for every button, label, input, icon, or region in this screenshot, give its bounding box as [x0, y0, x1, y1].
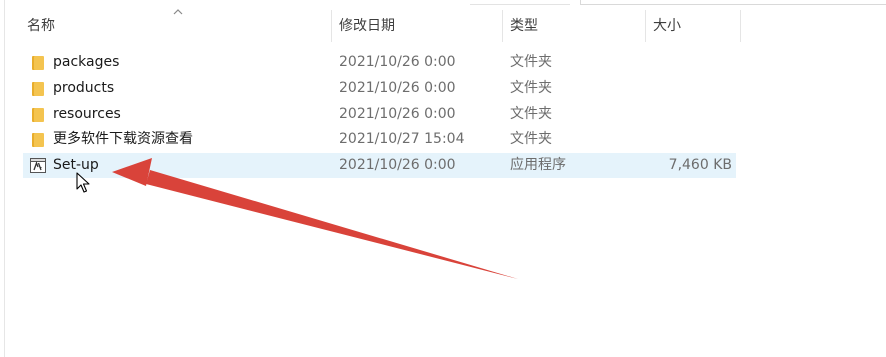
column-header-modified-label: 修改日期 — [339, 18, 395, 34]
file-modified-date: 2021/10/26 0:00 — [339, 106, 456, 122]
column-divider[interactable] — [645, 10, 646, 42]
file-name: packages — [53, 54, 120, 70]
file-type: 文件夹 — [510, 131, 552, 147]
file-type: 文件夹 — [510, 80, 552, 96]
file-row-setup[interactable]: Set-up 2021/10/26 0:00 应用程序 7,460 KB — [23, 153, 736, 178]
folder-icon — [32, 133, 44, 147]
column-header-name[interactable]: 名称 — [27, 8, 327, 44]
column-header-type[interactable]: 类型 — [510, 8, 640, 44]
column-divider[interactable] — [331, 10, 332, 42]
folder-icon — [32, 82, 44, 96]
file-modified-date: 2021/10/27 15:04 — [339, 131, 465, 147]
file-row-resources[interactable]: resources 2021/10/26 0:00 文件夹 — [23, 102, 736, 127]
file-modified-date: 2021/10/26 0:00 — [339, 157, 456, 173]
file-type: 文件夹 — [510, 54, 552, 70]
folder-icon — [32, 56, 44, 70]
file-row-products[interactable]: products 2021/10/26 0:00 文件夹 — [23, 76, 736, 101]
column-header-size-label: 大小 — [653, 18, 681, 34]
window-left-edge — [0, 0, 5, 357]
file-type: 文件夹 — [510, 106, 552, 122]
file-name: resources — [53, 106, 121, 122]
file-name: 更多软件下载资源查看 — [53, 131, 193, 147]
top-toolbar-edge — [470, 0, 886, 5]
file-type: 应用程序 — [510, 157, 566, 173]
file-row-packages[interactable]: packages 2021/10/26 0:00 文件夹 — [23, 50, 736, 75]
mouse-pointer-icon — [76, 172, 90, 193]
column-header-name-label: 名称 — [27, 18, 55, 34]
column-header-row: 名称 修改日期 类型 大小 — [23, 8, 743, 44]
column-header-size[interactable]: 大小 — [653, 8, 738, 44]
file-modified-date: 2021/10/26 0:00 — [339, 54, 456, 70]
file-name: products — [53, 80, 115, 96]
file-size: 7,460 KB — [668, 157, 732, 173]
column-divider[interactable] — [740, 10, 741, 42]
adobe-installer-icon — [30, 158, 46, 173]
column-header-type-label: 类型 — [510, 18, 538, 34]
folder-icon — [32, 108, 44, 122]
file-row-more-downloads[interactable]: 更多软件下载资源查看 2021/10/27 15:04 文件夹 — [23, 127, 736, 152]
column-header-modified[interactable]: 修改日期 — [339, 8, 499, 44]
file-modified-date: 2021/10/26 0:00 — [339, 80, 456, 96]
column-divider[interactable] — [502, 10, 503, 42]
